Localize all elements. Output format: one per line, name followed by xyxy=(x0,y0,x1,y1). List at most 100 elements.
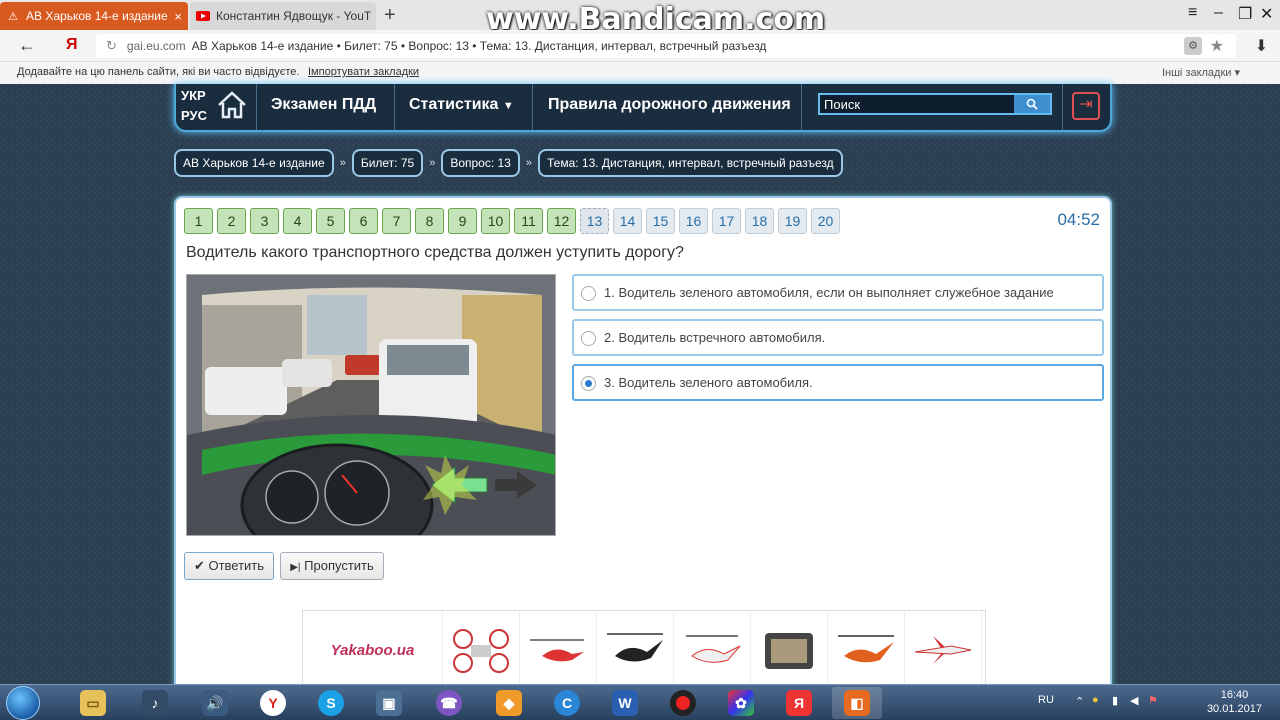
close-tab-icon[interactable]: × xyxy=(371,9,376,24)
search-input[interactable]: Поиск xyxy=(818,93,1052,115)
nav-divider xyxy=(801,84,802,130)
answer-option[interactable]: 2. Водитель встречного автомобиля. xyxy=(572,319,1104,356)
lang-rus[interactable]: РУС xyxy=(181,106,207,126)
breadcrumb: АВ Харьков 14-е издание » Билет: 75 » Во… xyxy=(174,149,843,177)
nav-rules[interactable]: Правила дорожного движения xyxy=(548,96,791,114)
breadcrumb-topic[interactable]: Тема: 13. Дистанция, интервал, встречный… xyxy=(537,149,843,177)
download-icon[interactable]: ⬇ xyxy=(1255,36,1268,56)
other-bookmarks[interactable]: Інші закладки ▾ xyxy=(1162,66,1240,79)
question-number-button[interactable]: 11 xyxy=(514,208,543,234)
monitor-icon[interactable]: ▣ xyxy=(364,687,414,719)
volume-icon[interactable]: ◀ xyxy=(1130,694,1138,707)
viber-icon[interactable]: ☎ xyxy=(424,687,474,719)
language-switcher: УКР РУС xyxy=(181,86,207,126)
helicopter-product-image[interactable] xyxy=(520,611,597,689)
active-app-icon[interactable]: ◧ xyxy=(832,687,882,719)
answer-radio[interactable] xyxy=(581,286,596,301)
question-number-button[interactable]: 16 xyxy=(679,208,708,234)
minimize-icon[interactable]: – xyxy=(1214,4,1223,22)
chevron-up-icon[interactable]: ⌃ xyxy=(1075,695,1084,708)
question-number-button[interactable]: 1 xyxy=(184,208,213,234)
yandex-logo[interactable]: Я xyxy=(66,36,78,54)
app-colorful-icon[interactable]: ✿ xyxy=(716,687,766,719)
jet-product-image[interactable] xyxy=(905,611,982,689)
ad-logo[interactable]: Yakaboo.ua xyxy=(303,611,443,689)
yandex-icon[interactable]: Я xyxy=(774,687,824,719)
question-number-button[interactable]: 10 xyxy=(481,208,510,234)
lang-ukr[interactable]: УКР xyxy=(181,86,207,106)
skype-icon[interactable]: S xyxy=(306,687,356,719)
language-indicator[interactable]: RU xyxy=(1038,694,1054,706)
question-number-button[interactable]: 17 xyxy=(712,208,741,234)
question-number-button[interactable]: 7 xyxy=(382,208,411,234)
breadcrumb-edition[interactable]: АВ Харьков 14-е издание xyxy=(174,149,334,177)
yandex-browser-icon[interactable]: Y xyxy=(248,687,298,719)
nav-statistics[interactable]: Статистика ▼ xyxy=(409,96,514,114)
speaker-icon[interactable]: 🔊 xyxy=(190,687,240,719)
tab-youtube[interactable]: Константин Ядвощук - YouT × xyxy=(190,2,376,30)
page-body: УКР РУС Экзамен ПДД Статистика ▼ Правила… xyxy=(0,84,1280,696)
search-icon[interactable] xyxy=(1014,95,1050,113)
logout-icon[interactable]: ⇥ xyxy=(1072,92,1100,120)
question-number-button[interactable]: 13 xyxy=(580,208,609,234)
extension-icon[interactable]: ⚙ xyxy=(1184,37,1202,55)
question-number-button[interactable]: 6 xyxy=(349,208,378,234)
ad-banner[interactable]: Yakaboo.ua xyxy=(302,610,986,690)
breadcrumb-question[interactable]: Вопрос: 13 xyxy=(441,149,520,177)
question-number-button[interactable]: 12 xyxy=(547,208,576,234)
url-field[interactable]: ↻ gai.eu.com АВ Харьков 14-е издание • Б… xyxy=(96,34,1236,58)
folder-icon[interactable]: ▭ xyxy=(68,687,118,719)
question-number-button[interactable]: 15 xyxy=(646,208,675,234)
question-number-button[interactable]: 4 xyxy=(283,208,312,234)
question-number-button[interactable]: 8 xyxy=(415,208,444,234)
question-number-button[interactable]: 3 xyxy=(250,208,279,234)
question-number-button[interactable]: 20 xyxy=(811,208,840,234)
menu-icon[interactable]: ≡ xyxy=(1188,4,1197,22)
nav-divider xyxy=(532,84,533,130)
url-page-title: АВ Харьков 14-е издание • Билет: 75 • Во… xyxy=(191,39,767,53)
bandicam-tray-icon[interactable]: ● xyxy=(1092,694,1099,706)
question-text: Водитель какого транспортного средства д… xyxy=(186,244,684,261)
flag-icon[interactable]: ⚑ xyxy=(1148,694,1158,707)
breadcrumb-ticket[interactable]: Билет: 75 xyxy=(351,149,424,177)
nav-exam[interactable]: Экзамен ПДД xyxy=(271,96,376,114)
bookmark-star-icon[interactable]: ★ xyxy=(1210,36,1224,56)
clock[interactable]: 16:40 30.01.2017 xyxy=(1207,688,1262,716)
record-icon[interactable] xyxy=(658,687,708,719)
answer-option[interactable]: 3. Водитель зеленого автомобиля. xyxy=(572,364,1104,401)
question-number-button[interactable]: 19 xyxy=(778,208,807,234)
skip-button[interactable]: ▶| Пропустить xyxy=(280,552,384,580)
answer-radio[interactable] xyxy=(581,331,596,346)
back-arrow-icon[interactable]: ← xyxy=(18,35,36,56)
question-number-button[interactable]: 5 xyxy=(316,208,345,234)
maximize-icon[interactable]: ❐ xyxy=(1238,4,1252,24)
helicopter-product-image[interactable] xyxy=(597,611,674,689)
ccleaner-icon[interactable]: C xyxy=(542,687,592,719)
answer-text: 2. Водитель встречного автомобиля. xyxy=(604,330,826,345)
answer-button[interactable]: ✔ Ответить xyxy=(184,552,274,580)
answer-radio[interactable] xyxy=(581,376,596,391)
helicopter-product-image[interactable] xyxy=(828,611,905,689)
app-icon[interactable]: ◆ xyxy=(484,687,534,719)
import-bookmarks-link[interactable]: Імпортувати закладки xyxy=(308,66,419,78)
question-number-button[interactable]: 14 xyxy=(613,208,642,234)
question-number-button[interactable]: 2 xyxy=(217,208,246,234)
reload-icon[interactable]: ↻ xyxy=(106,38,117,54)
network-icon[interactable]: ▮ xyxy=(1112,694,1118,707)
close-window-icon[interactable]: ✕ xyxy=(1260,4,1273,24)
answer-option[interactable]: 1. Водитель зеленого автомобиля, если он… xyxy=(572,274,1104,311)
question-number-button[interactable]: 18 xyxy=(745,208,774,234)
close-tab-icon[interactable]: × xyxy=(170,9,182,24)
new-tab-button[interactable]: + xyxy=(384,4,396,27)
tab-active[interactable]: ⚠ АВ Харьков 14-е издание × xyxy=(0,2,188,30)
site-navigation: УКР РУС Экзамен ПДД Статистика ▼ Правила… xyxy=(174,84,1112,132)
drone-product-image[interactable] xyxy=(443,611,520,689)
bookmarks-bar: Додавайте на цю панель сайти, які ви час… xyxy=(0,62,1280,84)
home-icon[interactable] xyxy=(216,90,248,120)
media-player-icon[interactable]: ♪ xyxy=(130,687,180,719)
word-icon[interactable]: W xyxy=(600,687,650,719)
helicopter-product-image[interactable] xyxy=(674,611,751,689)
windows-start-icon[interactable] xyxy=(6,686,40,720)
case-product-image[interactable] xyxy=(751,611,828,689)
question-number-button[interactable]: 9 xyxy=(448,208,477,234)
